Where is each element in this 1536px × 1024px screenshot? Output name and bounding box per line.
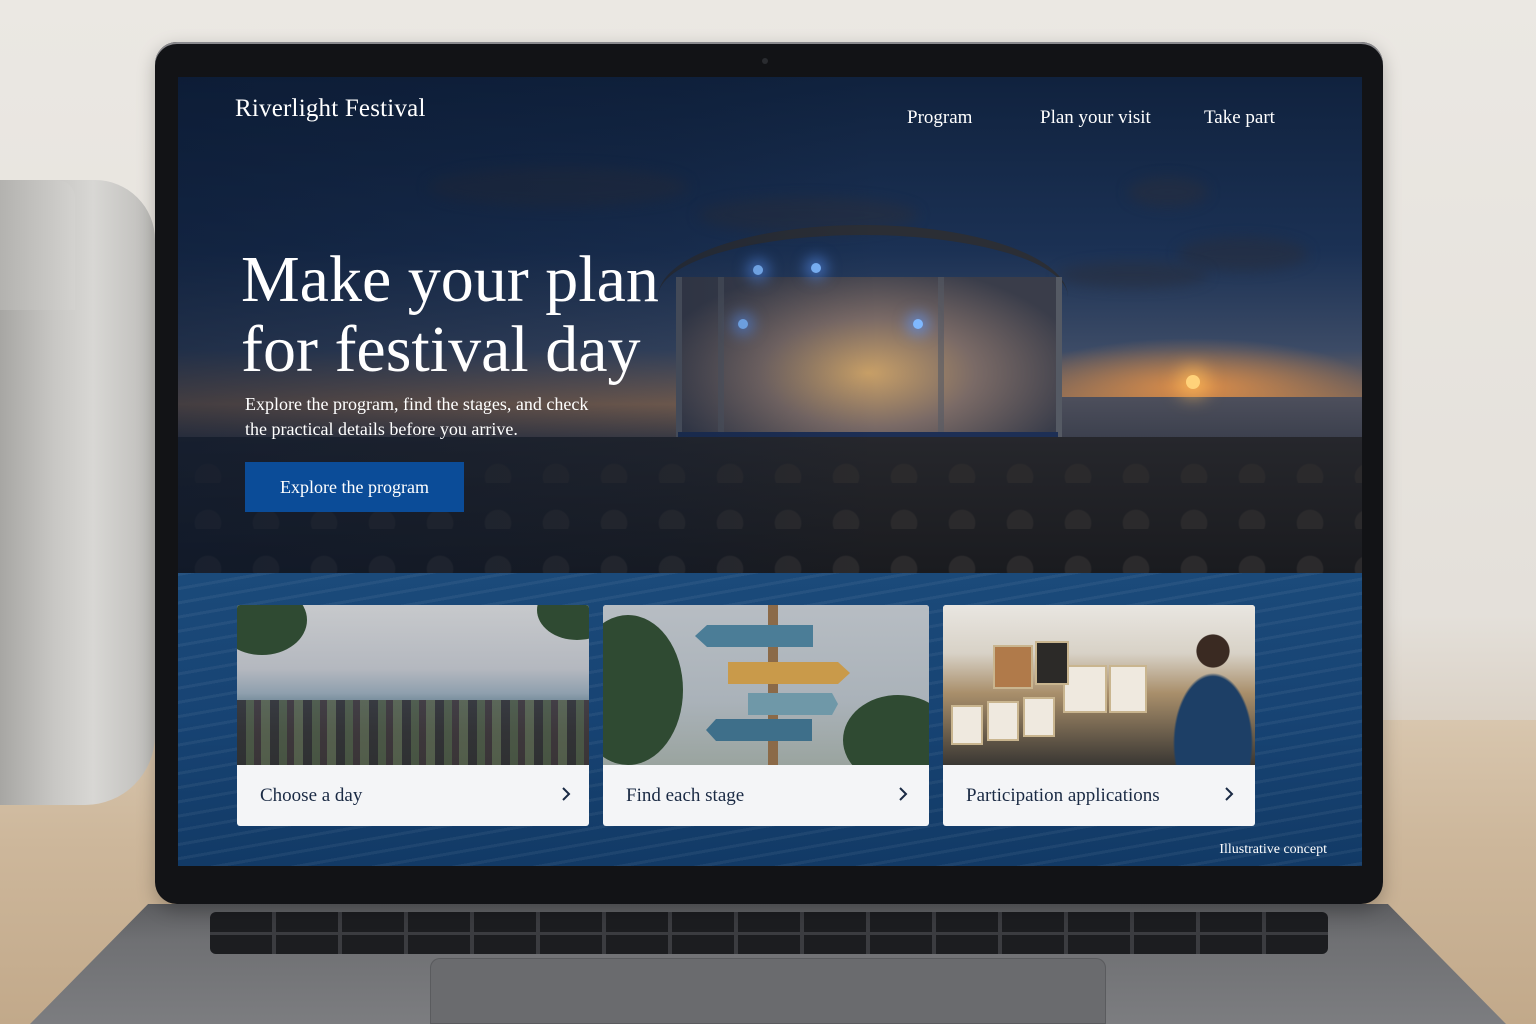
chevron-right-icon [562,787,571,801]
cloud [1058,262,1208,288]
stage-truss [1056,277,1062,437]
hero-subtext: Explore the program, find the stages, an… [245,392,645,442]
nav-take-part[interactable]: Take part [1204,107,1275,129]
laptop-screen: Riverlight Festival Program Plan your vi… [178,77,1362,866]
illustrative-caption: Illustrative concept [1219,842,1327,857]
hero-headline-line-2: for festival day [241,313,641,386]
visitor-person [1173,633,1253,765]
card-image-beach-crowd [237,605,589,765]
stage-truss [938,277,944,437]
card-choose-a-day[interactable]: Choose a day [237,605,589,826]
artwork-print [1023,697,1055,737]
laptop-trackpad [430,958,1106,1024]
card-image-signpost [603,605,929,765]
card-image-craft-stall [943,605,1255,765]
direction-sign [706,719,812,741]
cloud [1128,177,1208,207]
stage-light [913,319,923,329]
card-label: Find each stage [626,785,745,806]
vase-neck [0,180,75,310]
card-label: Participation applications [966,785,1160,806]
artwork-print [1109,665,1147,713]
site-logo[interactable]: Riverlight Festival [235,95,426,123]
chevron-right-icon [899,787,908,801]
cloud [1178,237,1308,271]
card-participation-applications[interactable]: Participation applications [943,605,1255,826]
artwork-print [987,701,1019,741]
tree-foliage [603,615,683,765]
card-label: Choose a day [260,785,363,806]
explore-program-button[interactable]: Explore the program [245,462,464,512]
hanging-bag [1035,641,1069,685]
direction-sign [748,693,838,715]
tree-foliage [843,695,929,765]
direction-sign [728,662,850,684]
hero-subtext-line-2: the practical details before you arrive. [245,419,518,439]
artwork-print [1063,665,1107,713]
nav-plan-your-visit[interactable]: Plan your visit [1040,107,1151,129]
nav-program[interactable]: Program [907,107,972,129]
webcam-icon [762,58,768,64]
hero-headline: Make your plan for festival day [241,245,761,385]
keyboard-row-divider [210,932,1328,935]
tree-foliage [237,605,307,655]
hanging-bag [993,645,1033,689]
seated-audience [237,700,589,765]
artwork-print [951,705,983,745]
sunset-sun [1186,375,1200,389]
card-find-each-stage[interactable]: Find each stage [603,605,929,826]
hero-headline-line-1: Make your plan [241,243,659,316]
hero-subtext-line-1: Explore the program, find the stages, an… [245,394,589,414]
direction-sign [695,625,813,647]
chevron-right-icon [1225,787,1234,801]
tree-foliage [537,605,589,640]
